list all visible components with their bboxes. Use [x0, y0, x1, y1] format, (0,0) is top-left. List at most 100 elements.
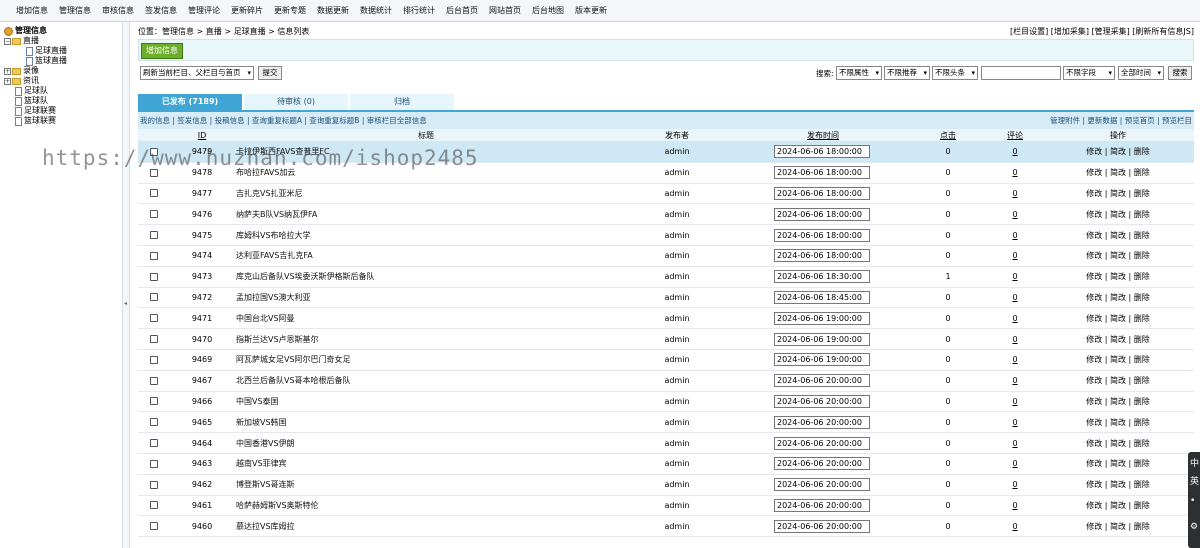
- row-title-link[interactable]: 哈萨赫姆斯VS奥斯特伦: [236, 496, 656, 516]
- row-checkbox[interactable]: [150, 231, 158, 240]
- topnav-link[interactable]: 版本更新: [575, 5, 607, 16]
- info-filter-links[interactable]: 我的信息 | 签发信息 | 投稿信息 | 查询重复标题A | 查询重复标题B |…: [140, 115, 427, 126]
- row-operations[interactable]: 修改 | 简改 | 删除: [1068, 516, 1168, 536]
- row-title-link[interactable]: 达利亚FAVS吉扎克FA: [236, 246, 656, 266]
- header-id[interactable]: ID: [182, 129, 222, 141]
- topnav-link[interactable]: 数据统计: [360, 5, 392, 16]
- row-time-input[interactable]: 2024-06-06 19:00:00: [774, 353, 870, 367]
- row-checkbox[interactable]: [150, 480, 158, 489]
- row-comments-link[interactable]: 0: [982, 392, 1048, 412]
- row-comments-link[interactable]: 0: [982, 454, 1048, 474]
- row-operations[interactable]: 修改 | 简改 | 删除: [1068, 288, 1168, 308]
- row-time-input[interactable]: 2024-06-06 20:00:00: [774, 436, 870, 450]
- row-operations[interactable]: 修改 | 简改 | 删除: [1068, 412, 1168, 432]
- row-time-input[interactable]: 2024-06-06 18:00:00: [774, 145, 870, 159]
- row-time-input[interactable]: 2024-06-06 20:00:00: [774, 457, 870, 471]
- header-clicks[interactable]: 点击: [918, 129, 978, 141]
- row-title-link[interactable]: 库克山后备队VS埃委沃斯伊格斯后备队: [236, 267, 656, 287]
- row-checkbox[interactable]: [150, 501, 158, 510]
- row-comments-link[interactable]: 0: [982, 246, 1048, 266]
- row-comments-link[interactable]: 0: [982, 288, 1048, 308]
- row-time-input[interactable]: 2024-06-06 19:00:00: [774, 311, 870, 325]
- row-operations[interactable]: 修改 | 简改 | 删除: [1068, 225, 1168, 245]
- row-comments-link[interactable]: 0: [982, 163, 1048, 183]
- status-tab[interactable]: 待审核 (0): [244, 94, 348, 110]
- row-title-link[interactable]: 博登斯VS哥连斯: [236, 475, 656, 495]
- row-comments-link[interactable]: 0: [982, 516, 1048, 536]
- row-operations[interactable]: 修改 | 简改 | 删除: [1068, 433, 1168, 453]
- search-input[interactable]: [981, 66, 1061, 80]
- row-comments-link[interactable]: 0: [982, 371, 1048, 391]
- row-comments-link[interactable]: 0: [982, 225, 1048, 245]
- row-title-link[interactable]: 阿瓦萨城女足VS阿尔巴门奇女足: [236, 350, 656, 370]
- side-widget-item[interactable]: 中: [1190, 456, 1199, 469]
- topnav-link[interactable]: 后台首页: [446, 5, 478, 16]
- row-checkbox[interactable]: [150, 459, 158, 468]
- add-info-button[interactable]: 增加信息: [141, 43, 183, 59]
- row-checkbox[interactable]: [150, 251, 158, 260]
- row-title-link[interactable]: 卡拉伊斯西FAVS查普里FC: [236, 142, 656, 162]
- row-comments-link[interactable]: 0: [982, 412, 1048, 432]
- row-time-input[interactable]: 2024-06-06 18:00:00: [774, 207, 870, 221]
- row-comments-link[interactable]: 0: [982, 475, 1048, 495]
- collapse-arrow-icon[interactable]: ◂: [124, 300, 127, 307]
- row-time-input[interactable]: 2024-06-06 20:00:00: [774, 374, 870, 388]
- sidebar-item[interactable]: 足球队: [4, 86, 122, 96]
- topnav-link[interactable]: 管理评论: [188, 5, 220, 16]
- row-operations[interactable]: 修改 | 简改 | 删除: [1068, 329, 1168, 349]
- row-operations[interactable]: 修改 | 简改 | 删除: [1068, 142, 1168, 162]
- status-tab[interactable]: 已发布 (7189): [138, 94, 242, 110]
- row-title-link[interactable]: 新加坡VS韩国: [236, 412, 656, 432]
- row-title-link[interactable]: 中国台北VS阿曼: [236, 308, 656, 328]
- topnav-link[interactable]: 排行统计: [403, 5, 435, 16]
- topnav-link[interactable]: 后台地图: [532, 5, 564, 16]
- row-comments-link[interactable]: 0: [982, 350, 1048, 370]
- row-title-link[interactable]: 布哈拉FAVS加云: [236, 163, 656, 183]
- row-time-input[interactable]: 2024-06-06 20:00:00: [774, 498, 870, 512]
- row-title-link[interactable]: 慕达拉VS库姆拉: [236, 516, 656, 536]
- side-widget-item[interactable]: ⚙: [1190, 522, 1198, 532]
- sidebar-item[interactable]: + 录像: [4, 66, 122, 76]
- row-comments-link[interactable]: 0: [982, 267, 1048, 287]
- row-checkbox[interactable]: [150, 189, 158, 198]
- row-operations[interactable]: 修改 | 简改 | 删除: [1068, 163, 1168, 183]
- row-checkbox[interactable]: [150, 376, 158, 385]
- row-title-link[interactable]: 库姆科VS布哈拉大学: [236, 225, 656, 245]
- row-checkbox[interactable]: [150, 272, 158, 281]
- row-operations[interactable]: 修改 | 简改 | 删除: [1068, 371, 1168, 391]
- row-title-link[interactable]: 中国香港VS伊朗: [236, 433, 656, 453]
- row-time-input[interactable]: 2024-06-06 18:00:00: [774, 166, 870, 180]
- row-checkbox[interactable]: [150, 210, 158, 219]
- topnav-link[interactable]: 签发信息: [145, 5, 177, 16]
- recommend-select[interactable]: 不限推荐: [884, 66, 930, 80]
- row-time-input[interactable]: 2024-06-06 20:00:00: [774, 415, 870, 429]
- sidebar-item[interactable]: 足球直播: [4, 46, 122, 56]
- row-time-input[interactable]: 2024-06-06 19:00:00: [774, 332, 870, 346]
- row-operations[interactable]: 修改 | 简改 | 删除: [1068, 246, 1168, 266]
- row-comments-link[interactable]: 0: [982, 329, 1048, 349]
- row-time-input[interactable]: 2024-06-06 18:30:00: [774, 270, 870, 284]
- row-title-link[interactable]: 中国VS泰国: [236, 392, 656, 412]
- side-widget-item[interactable]: •: [1190, 496, 1195, 506]
- breadcrumb-path[interactable]: 管理信息 > 直播 > 足球直播 > 信息列表: [162, 27, 309, 36]
- row-checkbox[interactable]: [150, 397, 158, 406]
- sidebar-item[interactable]: 足球联赛: [4, 106, 122, 116]
- row-comments-link[interactable]: 0: [982, 433, 1048, 453]
- search-button[interactable]: 搜索: [1168, 66, 1192, 80]
- topnav-link[interactable]: 更新碎片: [231, 5, 263, 16]
- topnav-link[interactable]: 审核信息: [102, 5, 134, 16]
- row-checkbox[interactable]: [150, 335, 158, 344]
- row-time-input[interactable]: 2024-06-06 18:45:00: [774, 290, 870, 304]
- submit-button[interactable]: 提交: [258, 66, 282, 80]
- plus-box-icon[interactable]: +: [4, 77, 11, 85]
- sidebar-splitter[interactable]: ◂: [122, 22, 130, 548]
- row-checkbox[interactable]: [150, 314, 158, 323]
- side-floating-widget[interactable]: 中 英 • ⚙: [1188, 452, 1200, 548]
- row-operations[interactable]: 修改 | 简改 | 删除: [1068, 350, 1168, 370]
- row-checkbox[interactable]: [150, 418, 158, 427]
- management-links[interactable]: 管理附件 | 更新数据 | 预览首页 | 预览栏目: [1050, 115, 1192, 126]
- side-widget-item[interactable]: 英: [1190, 474, 1199, 487]
- row-title-link[interactable]: 纳萨夫B队VS纳瓦伊FA: [236, 204, 656, 224]
- row-operations[interactable]: 修改 | 简改 | 删除: [1068, 392, 1168, 412]
- refresh-scope-select[interactable]: 刷新当前栏目、父栏目与首页: [140, 66, 254, 80]
